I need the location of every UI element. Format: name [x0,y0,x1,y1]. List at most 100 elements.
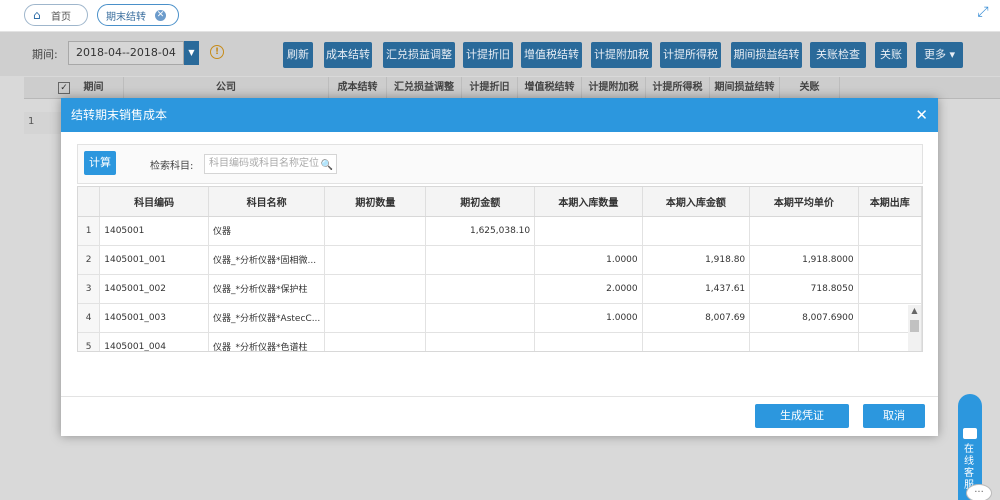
period-select[interactable]: 2018-04--2018-04 [68,41,184,65]
row-index: 1 [78,216,101,246]
bg-col-company: 公司 [124,77,329,99]
col-account-name[interactable]: 科目名称 [208,187,326,217]
calc-panel: 计算 检索科目: 科目编码或科目名称定位 🔍 [77,144,923,184]
scroll-up-icon[interactable]: ▲ [908,305,921,316]
cell-code: 1405001 [99,216,210,246]
refresh-button[interactable]: 刷新 [283,42,313,68]
search-label: 检索科目: [150,161,194,172]
cell-avg-price: 1,918.8000 [749,245,859,275]
cost-transfer-button[interactable]: 成本结转 [324,42,372,68]
close-account-button[interactable]: 关账 [875,42,907,68]
cell-open-qty [324,332,427,351]
calculate-button[interactable]: 计算 [84,151,116,175]
row-index: 2 [78,245,101,275]
col-opening-amount[interactable]: 期初金额 [425,187,536,217]
bg-grid-header: 期间 公司 成本结转 汇兑损益调整 计提折旧 增值税结转 计提附加税 计提所得税… [24,77,1000,99]
cell-in-amt [642,216,751,246]
search-icon[interactable]: 🔍 [321,157,333,175]
generate-voucher-button[interactable]: 生成凭证 [755,404,849,428]
search-placeholder: 科目编码或科目名称定位 [209,158,319,169]
dialog-title: 结转期末销售成本 [61,98,938,132]
dialog-footer-divider [61,396,938,397]
depreciation-button[interactable]: 计提折旧 [463,42,513,68]
fullscreen-icon[interactable]: ⤢ [974,3,992,21]
cost-table-grid: 科目编码 科目名称 期初数量 期初金额 本期入库数量 本期入库金额 本期平均单价… [78,187,922,351]
tab-home-label: 首页 [51,11,71,23]
bg-row-index: 1 [28,116,35,127]
bg-col-close: 关账 [780,77,840,99]
period-dropdown-icon[interactable]: ▼ [184,41,199,65]
period-label: 期间: [32,48,58,61]
surtax-button[interactable]: 计提附加税 [591,42,652,68]
bg-col-income-tax: 计提所得税 [646,77,710,99]
cell-code: 1405001_002 [99,274,210,304]
cell-code: 1405001_001 [99,245,210,275]
bg-col-cost: 成本结转 [329,77,387,99]
row-index: 4 [78,303,101,333]
vertical-scrollbar[interactable]: ▲ ▼ [908,305,921,351]
table-row[interactable]: 3 1405001_002 仪器_*分析仪器*保护柱 2.0000 1,437.… [78,274,922,304]
home-icon: ⌂ [33,8,41,22]
cell-open-qty [324,245,427,275]
cell-name: 仪器_*分析仪器*AstecC... [208,303,326,333]
col-index [78,187,101,217]
exchange-adjust-button[interactable]: 汇兑损益调整 [383,42,455,68]
cell-in-amt: 1,918.80 [642,245,751,275]
cell-out [858,216,922,246]
bg-col-surtax: 计提附加税 [582,77,646,99]
cell-open-qty [324,303,427,333]
cell-name: 仪器_*分析仪器*保护柱 [208,274,326,304]
cell-open-amt: 1,625,038.10 [425,216,536,246]
col-inbound-qty[interactable]: 本期入库数量 [534,187,643,217]
close-icon[interactable]: ✕ [915,98,928,132]
col-account-code[interactable]: 科目编码 [99,187,210,217]
bg-col-period: 期间 [64,77,124,99]
table-row[interactable]: 4 1405001_003 仪器_*分析仪器*AstecC... 1.0000 … [78,303,922,333]
cell-in-qty: 2.0000 [534,274,643,304]
tab-period-end-transfer[interactable]: 期末结转 ✕ [97,4,179,26]
close-tab-icon[interactable]: ✕ [155,9,166,21]
tab-home[interactable]: ⌂ 首页 [24,4,88,26]
message-icon [963,428,977,439]
cost-transfer-dialog: 结转期末销售成本 ✕ 计算 检索科目: 科目编码或科目名称定位 🔍 科目编码 科… [61,98,938,436]
row-index: 3 [78,274,101,304]
col-opening-qty[interactable]: 期初数量 [324,187,427,217]
bg-col-exchange: 汇兑损益调整 [387,77,462,99]
cell-name: 仪器_*分析仪器*色谱柱 [208,332,326,351]
cell-name: 仪器 [208,216,326,246]
vertical-scroll-thumb[interactable] [910,320,919,332]
more-button[interactable]: 更多 ▾ [916,42,963,68]
profit-loss-transfer-button[interactable]: 期间损益结转 [731,42,802,68]
table-header-row: 科目编码 科目名称 期初数量 期初金额 本期入库数量 本期入库金额 本期平均单价… [78,187,922,217]
cell-code: 1405001_003 [99,303,210,333]
close-check-button[interactable]: 关账检查 [810,42,866,68]
cell-out [858,245,922,275]
col-outbound[interactable]: 本期出库 [858,187,922,217]
account-search-input[interactable]: 科目编码或科目名称定位 🔍 [204,154,337,174]
bg-col-depreciation: 计提折旧 [462,77,518,99]
table-row[interactable]: 2 1405001_001 仪器_*分析仪器*固相微... 1.0000 1,9… [78,245,922,275]
cell-avg-price: 8,007.6900 [749,303,859,333]
income-tax-button[interactable]: 计提所得税 [660,42,721,68]
cell-in-qty [534,216,643,246]
col-inbound-amount[interactable]: 本期入库金额 [642,187,751,217]
cell-avg-price [749,332,859,351]
cell-open-amt [425,274,536,304]
cell-code: 1405001_004 [99,332,210,351]
toolbar: 期间: 2018-04--2018-04 ▼ ! 刷新 成本结转 汇兑损益调整 … [0,32,1000,76]
vat-transfer-button[interactable]: 增值税结转 [521,42,582,68]
select-all-checkbox[interactable]: ✓ [58,82,70,94]
row-index: 5 [78,332,101,351]
cell-out [858,274,922,304]
table-row[interactable]: 1 1405001 仪器 1,625,038.10 [78,216,922,246]
cell-open-amt [425,245,536,275]
col-avg-price[interactable]: 本期平均单价 [749,187,859,217]
cancel-button[interactable]: 取消 [863,404,925,428]
top-tab-bar: ⌂ 首页 期末结转 ✕ ⤢ [0,0,1000,32]
cell-open-qty [324,274,427,304]
cell-avg-price [749,216,859,246]
cell-in-amt [642,332,751,351]
table-row[interactable]: 5 1405001_004 仪器_*分析仪器*色谱柱 [78,332,922,351]
chat-bubble-icon[interactable]: ··· [966,484,992,500]
warning-icon[interactable]: ! [210,45,224,59]
